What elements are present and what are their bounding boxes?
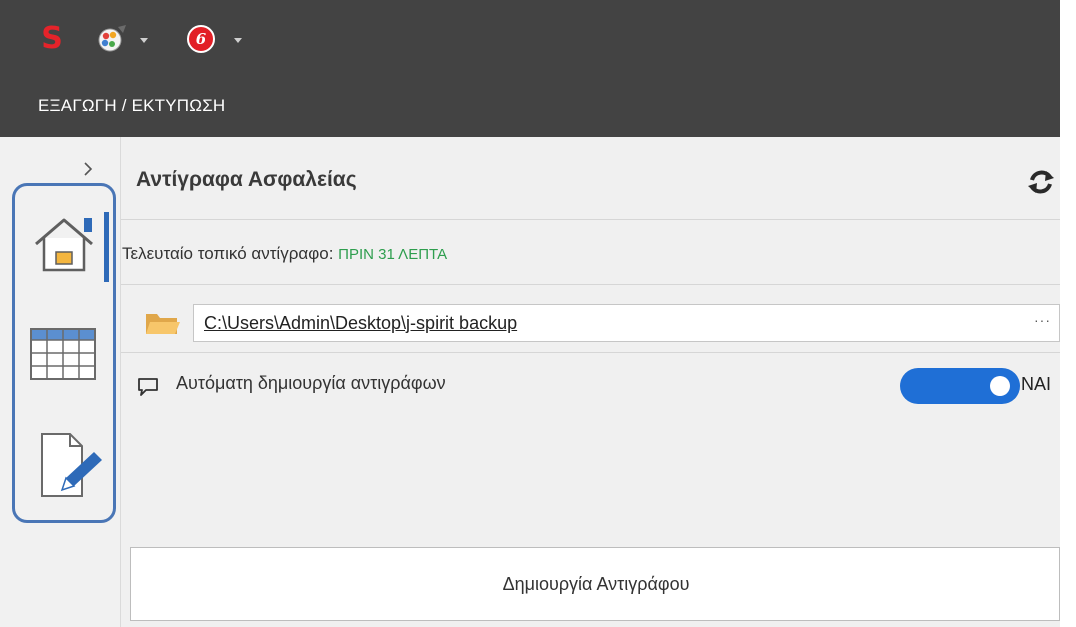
toggle-knob[interactable] [990,376,1010,396]
svg-text:6: 6 [196,30,207,48]
circular-logo-dropdown-caret[interactable] [234,38,242,43]
divider [121,219,1060,220]
browse-button[interactable]: ··· [1034,312,1051,328]
title-bar [0,0,1060,137]
nav-selected-indicator [104,212,109,282]
home-icon[interactable] [30,214,98,276]
last-backup-value: ΠΡΙΝ 31 ΛΕΠΤΑ [338,246,448,263]
divider [121,352,1060,353]
chevron-right-icon[interactable] [82,160,94,178]
palette-icon[interactable] [96,24,130,54]
panel-title: Αντίγραφα Ασφαλείας [136,168,357,191]
app-s-logo-icon[interactable]: S [38,22,66,56]
refresh-icon[interactable] [1024,167,1058,197]
palette-dropdown-caret[interactable] [140,38,148,43]
divider [121,284,1060,285]
export-print-menu[interactable]: ΕΞΑΓΩΓΗ / ΕΚΤΥΠΩΣΗ [38,96,225,116]
last-backup-label: Τελευταίο τοπικό αντίγραφο: [122,244,334,263]
backup-path-link[interactable]: C:\Users\Admin\Desktop\j-spirit backup [204,313,517,334]
auto-backup-toggle-label: ΝΑΙ [1021,374,1052,394]
last-backup-status: Τελευταίο τοπικό αντίγραφο: ΠΡΙΝ 31 ΛΕΠΤ… [122,244,447,264]
table-grid-icon[interactable] [30,328,96,380]
document-edit-icon[interactable] [38,432,104,500]
folder-open-icon[interactable] [145,310,181,336]
auto-backup-label: Αυτόματη δημιουργία αντιγράφων [176,373,446,393]
circular-logo-icon[interactable]: 6 [186,24,218,54]
create-backup-button[interactable]: Δημιουργία Αντιγράφου [130,547,1060,621]
comment-bubble-icon [138,378,158,396]
create-backup-button-label: Δημιουργία Αντιγράφου [502,574,690,594]
